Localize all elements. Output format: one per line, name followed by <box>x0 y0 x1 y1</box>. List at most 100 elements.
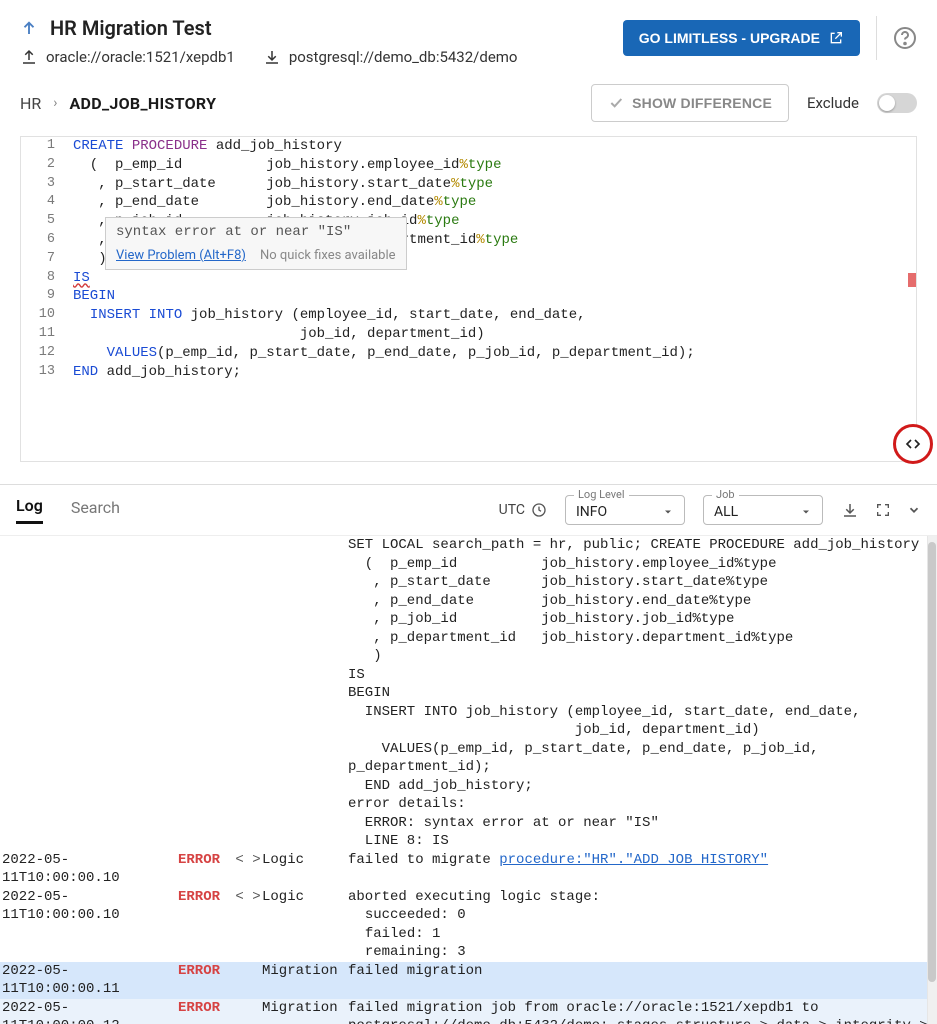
bottom-panel: Log Search UTC Log Level INFO Job ALL <box>0 484 937 1024</box>
log-message: failed to migrate procedure:"HR"."ADD_JO… <box>348 851 937 888</box>
log-category: Logic <box>262 851 348 888</box>
log-line: END add_job_history; <box>0 777 937 796</box>
log-level: ERROR <box>178 851 234 888</box>
tab-search[interactable]: Search <box>71 498 120 523</box>
log-level: ERROR <box>178 888 234 962</box>
show-difference-button[interactable]: SHOW DIFFERENCE <box>591 84 789 122</box>
line-number: 7 <box>21 250 73 269</box>
hover-message: syntax error at or near "IS" <box>116 224 396 240</box>
diagnostic-hover: syntax error at or near "IS" View Proble… <box>105 217 407 270</box>
breadcrumb: HR › ADD_JOB_HISTORY <box>20 94 216 113</box>
code-line[interactable]: 12 VALUES(p_emp_id, p_start_date, p_end_… <box>21 344 916 363</box>
code-line[interactable]: 8IS <box>21 269 916 288</box>
log-entry[interactable]: 2022-05-11T10:00:00.11ERRORMigrationfail… <box>0 962 937 999</box>
job-select[interactable]: Job ALL <box>703 495 823 525</box>
line-number: 10 <box>21 306 73 325</box>
line-number: 12 <box>21 344 73 363</box>
log-line: , p_end_date job_history.end_date%type <box>0 592 937 611</box>
clock-icon <box>531 502 547 518</box>
log-line: error details: <box>0 795 937 814</box>
collapse-panel-icon[interactable] <box>907 503 921 517</box>
log-timestamp: 2022-05-11T10:00:00.11 <box>0 962 178 999</box>
breadcrumb-root[interactable]: HR <box>20 94 41 113</box>
breadcrumb-current: ADD_JOB_HISTORY <box>70 94 217 113</box>
log-link[interactable]: procedure:"HR"."ADD_JOB_HISTORY" <box>499 852 768 868</box>
log-category-icon: < > <box>234 851 262 888</box>
log-category-icon <box>234 999 262 1024</box>
log-line: , p_job_id job_history.job_id%type <box>0 610 937 629</box>
code-line[interactable]: 3 , p_start_date job_history.start_date%… <box>21 175 916 194</box>
log-line: BEGIN <box>0 684 937 703</box>
side-panel-toggle[interactable] <box>893 424 933 464</box>
log-line: INSERT INTO job_history (employee_id, st… <box>0 703 937 722</box>
line-number: 6 <box>21 231 73 250</box>
line-number: 5 <box>21 212 73 231</box>
log-category: Logic <box>262 888 348 962</box>
log-line: LINE 8: IS <box>0 832 937 851</box>
log-level-select[interactable]: Log Level INFO <box>565 495 685 525</box>
chevron-down-icon <box>800 506 812 518</box>
help-icon[interactable] <box>893 26 917 50</box>
download-icon <box>263 48 281 66</box>
log-line: p_department_id); <box>0 758 937 777</box>
code-line[interactable]: 10 INSERT INTO job_history (employee_id,… <box>21 306 916 325</box>
line-number: 8 <box>21 269 73 288</box>
fullscreen-icon[interactable] <box>875 502 891 518</box>
log-line: ( p_emp_id job_history.employee_id%type <box>0 555 937 574</box>
code-line[interactable]: 2 ( p_emp_id job_history.employee_id%typ… <box>21 156 916 175</box>
log-line: , p_start_date job_history.start_date%ty… <box>0 573 937 592</box>
log-category-icon <box>234 962 262 999</box>
log-line: ERROR: syntax error at or near "IS" <box>0 814 937 833</box>
scrollbar[interactable] <box>927 536 937 1024</box>
log-line: , p_department_id job_history.department… <box>0 629 937 648</box>
view-problem-link[interactable]: View Problem (Alt+F8) <box>116 248 246 263</box>
log-category: Migration <box>262 962 348 999</box>
code-line[interactable]: 1CREATE PROCEDURE add_job_history <box>21 137 916 156</box>
upload-icon <box>20 48 38 66</box>
log-timestamp: 2022-05-11T10:00:00.10 <box>0 851 178 888</box>
tab-log[interactable]: Log <box>16 496 43 524</box>
timezone-indicator[interactable]: UTC <box>499 502 547 518</box>
code-line[interactable]: 9BEGIN <box>21 287 916 306</box>
log-entry[interactable]: 2022-05-11T10:00:00.10ERROR< >Logicfaile… <box>0 851 937 888</box>
log-entry[interactable]: 2022-05-11T10:00:00.10ERROR< >Logicabort… <box>0 888 937 962</box>
log-level: ERROR <box>178 962 234 999</box>
chevron-down-icon <box>662 506 674 518</box>
line-number: 13 <box>21 363 73 382</box>
line-number: 2 <box>21 156 73 175</box>
target-connection: postgresql://demo_db:5432/demo <box>263 48 518 66</box>
line-number: 3 <box>21 175 73 194</box>
hover-hint: No quick fixes available <box>260 248 396 263</box>
log-line: job_id, department_id) <box>0 721 937 740</box>
log-line: IS <box>0 666 937 685</box>
breadcrumb-bar: HR › ADD_JOB_HISTORY SHOW DIFFERENCE Exc… <box>0 74 937 132</box>
line-number: 1 <box>21 137 73 156</box>
line-number: 11 <box>21 325 73 344</box>
line-number: 4 <box>21 193 73 212</box>
log-output[interactable]: SET LOCAL search_path = hr, public; CREA… <box>0 536 937 1024</box>
upgrade-button[interactable]: GO LIMITLESS - UPGRADE <box>623 20 860 56</box>
code-line[interactable]: 11 job_id, department_id) <box>21 325 916 344</box>
code-editor[interactable]: 1CREATE PROCEDURE add_job_history2 ( p_e… <box>20 136 917 462</box>
exclude-label: Exclude <box>807 94 859 112</box>
log-line: ) <box>0 647 937 666</box>
header: HR Migration Test oracle://oracle:1521/x… <box>0 0 937 74</box>
log-line: SET LOCAL search_path = hr, public; CREA… <box>0 536 937 555</box>
line-number: 9 <box>21 287 73 306</box>
log-timestamp: 2022-05-11T10:00:00.12 <box>0 999 178 1024</box>
code-line[interactable]: 4 , p_end_date job_history.end_date%type <box>21 193 916 212</box>
exclude-toggle[interactable] <box>877 93 917 113</box>
source-connection: oracle://oracle:1521/xepdb1 <box>20 48 235 66</box>
log-entry[interactable]: 2022-05-11T10:00:00.12ERRORMigrationfail… <box>0 999 937 1024</box>
log-line: VALUES(p_emp_id, p_start_date, p_end_dat… <box>0 740 937 759</box>
code-line[interactable]: 13END add_job_history; <box>21 363 916 382</box>
log-message: aborted executing logic stage: succeeded… <box>348 888 937 962</box>
page-title: HR Migration Test <box>50 16 212 40</box>
log-category-icon: < > <box>234 888 262 962</box>
log-timestamp: 2022-05-11T10:00:00.10 <box>0 888 178 962</box>
download-log-icon[interactable] <box>841 501 859 519</box>
error-marker <box>908 273 916 287</box>
log-level: ERROR <box>178 999 234 1024</box>
chevron-right-icon: › <box>53 95 57 111</box>
up-arrow-icon[interactable] <box>20 19 38 37</box>
